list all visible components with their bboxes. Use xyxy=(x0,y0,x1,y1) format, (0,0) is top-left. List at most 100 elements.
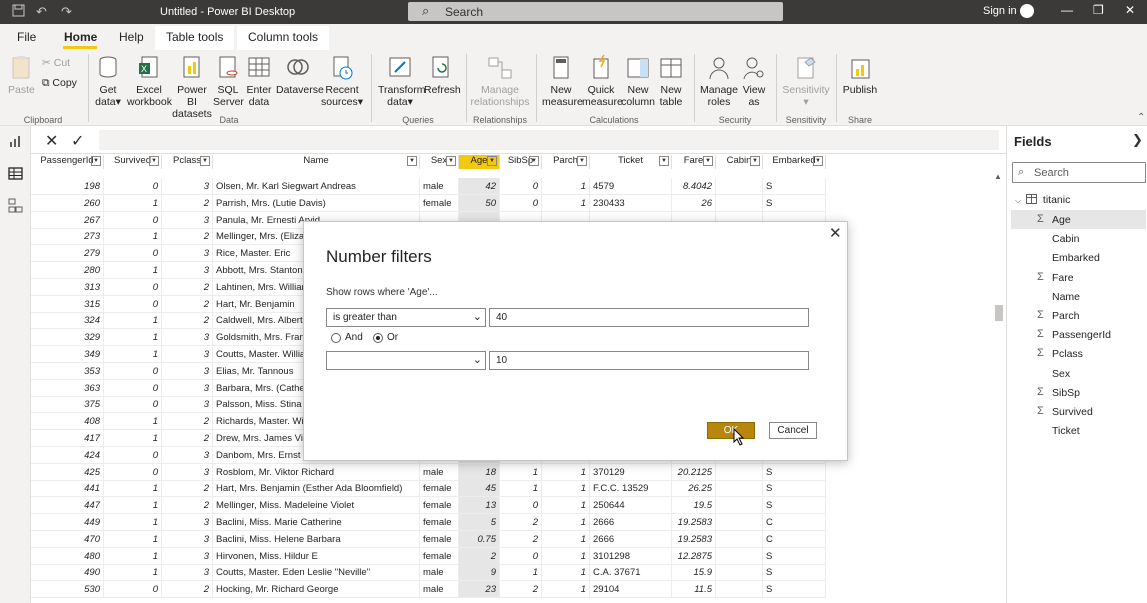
new-column-button[interactable]: New column xyxy=(621,54,655,108)
column-header-sex[interactable]: Sex ▼ xyxy=(420,155,459,169)
table-cell[interactable]: 3 xyxy=(162,211,213,229)
table-cell[interactable]: 280 xyxy=(31,262,104,279)
table-cell[interactable]: 0 xyxy=(104,245,162,263)
table-cell[interactable]: 1 xyxy=(104,413,162,431)
table-cell[interactable]: 3 xyxy=(162,564,213,582)
or-radio[interactable] xyxy=(373,333,383,343)
condition2-operator-select[interactable]: ⌄ xyxy=(326,351,486,370)
table-cell[interactable]: Hart, Mrs. Benjamin (Esther Ada Bloomfie… xyxy=(213,480,420,498)
table-cell[interactable]: 4579 xyxy=(590,178,672,195)
table-cell[interactable]: 2 xyxy=(162,480,213,498)
vertical-scrollbar[interactable]: ▲ xyxy=(993,172,1003,603)
table-cell[interactable]: 315 xyxy=(31,295,104,313)
transform-data-button[interactable]: Transform data▾ xyxy=(378,54,425,108)
table-cell[interactable]: 198 xyxy=(31,178,104,195)
table-cell[interactable]: female xyxy=(420,480,459,498)
field-parch[interactable]: Σ Parch xyxy=(1011,306,1146,325)
column-header-embarked[interactable]: Embarked ▼ xyxy=(763,155,826,169)
recent-sources-button[interactable]: Recent sources▾ xyxy=(321,54,363,108)
table-cell[interactable]: 230433 xyxy=(590,194,672,212)
table-cell[interactable]: 2 xyxy=(500,581,542,599)
table-cell[interactable]: S xyxy=(763,463,826,481)
table-cell[interactable]: 370129 xyxy=(590,463,672,481)
copy-button[interactable]: ⧉ Copy xyxy=(42,77,77,90)
filter-dropdown-icon[interactable]: ▼ xyxy=(750,156,760,166)
minimize-icon[interactable]: — xyxy=(1061,3,1073,17)
table-cell[interactable]: male xyxy=(420,581,459,599)
filter-dropdown-icon[interactable]: ▼ xyxy=(446,156,456,166)
table-cell[interactable]: 18 xyxy=(459,463,500,481)
table-cell[interactable]: 23 xyxy=(459,581,500,599)
table-cell[interactable]: 2 xyxy=(162,228,213,246)
table-cell[interactable]: 363 xyxy=(31,379,104,397)
table-cell[interactable]: C xyxy=(763,514,826,531)
sensitivity-button[interactable]: Sensitivity ▾ xyxy=(782,54,830,108)
field-survived[interactable]: Σ Survived xyxy=(1011,402,1146,421)
table-cell[interactable]: 0 xyxy=(104,295,162,313)
table-cell[interactable]: C.A. 37671 xyxy=(590,564,672,582)
table-cell[interactable]: S xyxy=(763,178,826,195)
dataverse-button[interactable]: Dataverse xyxy=(276,54,324,96)
close-window-icon[interactable]: ✕ xyxy=(1125,3,1135,17)
field-embarked[interactable]: Embarked xyxy=(1011,248,1146,267)
enter-data-button[interactable]: Enter data xyxy=(246,54,272,108)
table-cell[interactable]: 3 xyxy=(162,446,213,464)
table-cell[interactable]: 349 xyxy=(31,346,104,363)
table-cell[interactable]: 26.25 xyxy=(672,480,716,498)
table-cell[interactable]: 2 xyxy=(500,514,542,531)
field-name[interactable]: Name xyxy=(1011,287,1146,306)
table-cell[interactable]: female xyxy=(420,497,459,515)
table-cell[interactable]: 3 xyxy=(162,396,213,414)
table-cell[interactable]: 3 xyxy=(162,346,213,363)
view-as-button[interactable]: View as xyxy=(740,54,768,108)
table-cell[interactable]: 279 xyxy=(31,245,104,263)
table-cell[interactable]: 0 xyxy=(104,178,162,195)
filter-dropdown-icon[interactable]: ▼ xyxy=(149,156,159,166)
table-cell[interactable]: 3 xyxy=(162,262,213,279)
manage-roles-button[interactable]: Manage roles xyxy=(700,54,738,108)
table-cell[interactable] xyxy=(716,564,763,582)
table-cell[interactable]: 5 xyxy=(459,514,500,531)
restore-icon[interactable]: ❐ xyxy=(1093,3,1104,17)
table-cell[interactable]: 490 xyxy=(31,564,104,582)
table-cell[interactable]: 250644 xyxy=(590,497,672,515)
table-cell[interactable]: 0 xyxy=(104,446,162,464)
save-icon[interactable] xyxy=(12,4,25,20)
sign-in-link[interactable]: Sign in xyxy=(983,5,1017,17)
excel-workbook-button[interactable]: X Excel workbook xyxy=(127,54,172,108)
table-cell[interactable]: 329 xyxy=(31,329,104,347)
table-cell[interactable]: 1 xyxy=(542,564,590,582)
table-cell[interactable]: 3 xyxy=(162,514,213,531)
paste-button[interactable]: Paste xyxy=(8,54,35,96)
table-cell[interactable]: 441 xyxy=(31,480,104,498)
condition1-operator-select[interactable]: is greater than ⌄ xyxy=(326,308,486,327)
table-row[interactable]: 470 1 3 Baclini, Miss. Helene Barbara female… xyxy=(31,530,831,548)
table-row[interactable]: 480 1 3 Hirvonen, Miss. Hildur Efemale 2 0 1 31… xyxy=(31,547,831,565)
filter-dropdown-icon[interactable]: ▼ xyxy=(813,156,823,166)
table-cell[interactable]: 19.5 xyxy=(672,497,716,515)
table-cell[interactable]: 0 xyxy=(500,178,542,195)
table-cell[interactable]: 1 xyxy=(542,178,590,195)
column-header-age[interactable]: Age ▼ xyxy=(459,155,500,169)
field-ticket[interactable]: Ticket xyxy=(1011,421,1146,440)
table-cell[interactable]: female xyxy=(420,194,459,212)
fields-search-input[interactable]: ⌕ Search xyxy=(1012,162,1146,183)
table-cell[interactable]: S xyxy=(763,194,826,212)
field-pclass[interactable]: Σ Pclass xyxy=(1011,344,1146,363)
commit-formula-icon[interactable]: ✓ xyxy=(71,131,84,151)
table-cell[interactable]: 2 xyxy=(162,278,213,296)
table-cell[interactable]: 3 xyxy=(162,178,213,195)
table-cell[interactable]: 1 xyxy=(104,547,162,565)
new-measure-button[interactable]: New measure xyxy=(542,54,583,108)
table-cell[interactable]: 267 xyxy=(31,211,104,229)
table-cell[interactable]: Hocking, Mr. Richard George xyxy=(213,581,420,599)
field-sibsp[interactable]: Σ SibSp xyxy=(1011,383,1146,402)
scrollbar-thumb[interactable] xyxy=(995,305,1003,321)
table-cell[interactable]: 2 xyxy=(162,194,213,212)
table-cell[interactable]: 1 xyxy=(104,346,162,363)
filter-dropdown-icon[interactable]: ▼ xyxy=(659,156,669,166)
table-row[interactable]: 449 1 3 Baclini, Miss. Marie Catherine femal… xyxy=(31,514,831,531)
table-cell[interactable]: 1 xyxy=(542,194,590,212)
table-cell[interactable]: 0 xyxy=(104,463,162,481)
table-cell[interactable]: 11.5 xyxy=(672,581,716,599)
